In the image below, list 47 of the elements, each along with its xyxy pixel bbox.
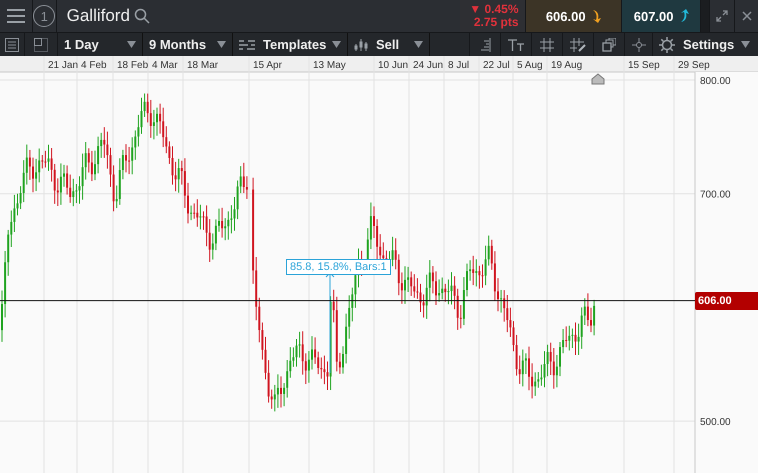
measurement-label: 85.8, 15.8%, Bars:1 — [286, 259, 391, 275]
align-icon[interactable] — [479, 38, 491, 52]
date-label: 15 Sep — [628, 60, 660, 71]
sell-price-button[interactable]: 606.00 — [526, 0, 622, 32]
date-label: 21 Jan — [48, 60, 78, 71]
menu-icon[interactable] — [6, 9, 25, 23]
crosshair-icon[interactable] — [632, 38, 646, 52]
grid-pen-icon[interactable] — [570, 38, 586, 52]
price-label: 500.00 — [700, 417, 731, 428]
date-label: 4 Feb — [81, 60, 107, 71]
search-icon[interactable] — [134, 8, 150, 24]
date-label: 8 Jul — [448, 60, 470, 71]
sliders-icon — [239, 38, 255, 50]
close-icon[interactable] — [742, 11, 752, 21]
step-number[interactable]: 1 — [33, 5, 56, 27]
caret-icon — [127, 41, 136, 48]
date-label: 13 May — [313, 60, 346, 71]
caret-icon — [217, 41, 226, 48]
buy-price-button[interactable]: 607.00 — [622, 0, 702, 32]
date-label: 10 Jun — [378, 60, 408, 71]
date-label: 22 Jul — [483, 60, 510, 71]
caret-icon — [332, 41, 341, 48]
windows-icon[interactable] — [602, 38, 616, 52]
date-label: 15 Apr — [253, 60, 282, 71]
change-percent: ▼ 0.45% — [469, 3, 519, 16]
list-icon[interactable] — [5, 38, 19, 52]
instrument-name: Galliford — [66, 6, 130, 26]
expand-icon[interactable] — [716, 10, 728, 22]
date-label: 5 Aug — [517, 60, 543, 71]
price-label: 800.00 — [700, 76, 731, 87]
text-tool-icon[interactable] — [507, 38, 525, 50]
selection-icon[interactable] — [34, 38, 48, 52]
price-label: 700.00 — [700, 190, 731, 201]
settings-icon — [659, 36, 675, 52]
caret-icon — [414, 41, 423, 48]
date-label: 4 Mar — [152, 60, 178, 71]
date-label: 24 Jun — [413, 60, 444, 71]
candlestick-icon — [354, 38, 368, 52]
settings-dropdown[interactable]: Settings — [653, 33, 756, 56]
date-label: 18 Feb — [117, 60, 148, 71]
grid-icon[interactable] — [540, 38, 554, 52]
date-label: 19 Aug — [551, 60, 582, 71]
date-label: 18 Mar — [187, 60, 218, 71]
current-price-label: 606.00 — [695, 292, 758, 310]
date-label: 29 Sep — [678, 60, 710, 71]
caret-icon — [741, 41, 750, 48]
change-points: 2.75 pts — [474, 16, 519, 29]
